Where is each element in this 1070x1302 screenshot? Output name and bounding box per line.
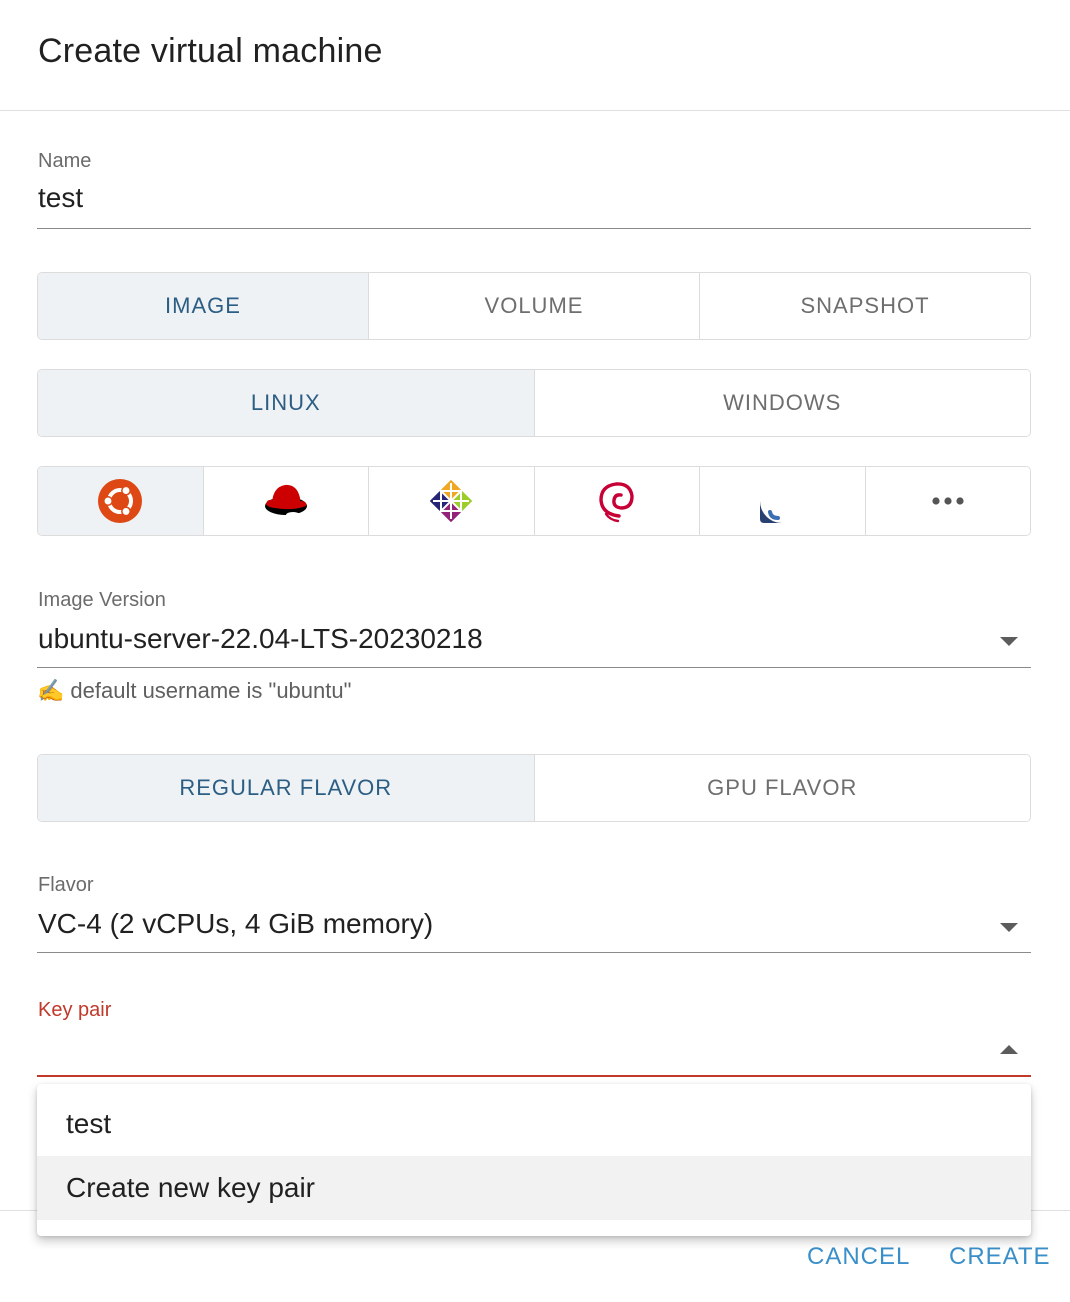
os-type-toggle-group: LINUX WINDOWS [37, 369, 1031, 437]
name-input[interactable]: test [38, 182, 83, 214]
name-label: Name [38, 150, 92, 172]
centos-logo-icon [430, 480, 473, 522]
distro-button-debian[interactable] [534, 467, 700, 535]
flavor-tab-regular[interactable]: REGULAR FLAVOR [38, 755, 535, 821]
key-pair-option-create-new[interactable]: Create new key pair [37, 1156, 1031, 1220]
writing-hand-icon: ✍️ [37, 678, 65, 703]
image-version-hint: ✍️ default username is "ubuntu" [37, 678, 351, 704]
distro-button-more[interactable] [865, 467, 1030, 535]
image-version-select[interactable]: ubuntu-server-22.04-LTS-20230218 [38, 623, 483, 655]
debian-logo-icon [599, 482, 634, 523]
source-tab-image[interactable]: IMAGE [38, 273, 369, 339]
distro-button-redhat[interactable] [203, 467, 369, 535]
key-pair-dropdown-icon[interactable] [1000, 1045, 1018, 1054]
os-tab-windows[interactable]: WINDOWS [534, 370, 1030, 436]
redhat-logo-icon [264, 484, 307, 518]
distro-button-ubuntu[interactable] [38, 467, 204, 535]
image-version-label: Image Version [38, 589, 166, 611]
fedora-logo-icon [760, 479, 805, 523]
flavor-type-toggle-group: REGULAR FLAVOR GPU FLAVOR [37, 754, 1031, 822]
ubuntu-logo-icon [98, 479, 143, 523]
os-tab-linux[interactable]: LINUX [38, 370, 535, 436]
dialog-title: Create virtual machine [38, 32, 383, 70]
source-tab-volume[interactable]: VOLUME [369, 273, 700, 339]
distro-button-centos[interactable] [369, 467, 535, 535]
distro-button-fedora[interactable] [700, 467, 866, 535]
source-toggle-group: IMAGE VOLUME SNAPSHOT [37, 272, 1031, 340]
key-pair-dropdown-menu: test Create new key pair [37, 1084, 1031, 1236]
flavor-select[interactable]: VC-4 (2 vCPUs, 4 GiB memory) [38, 908, 433, 940]
image-version-dropdown-icon[interactable] [1000, 637, 1018, 646]
cancel-button[interactable]: CANCEL [807, 1243, 910, 1271]
key-pair-underline [37, 1075, 1031, 1077]
flavor-tab-gpu[interactable]: GPU FLAVOR [534, 755, 1030, 821]
name-underline [37, 228, 1031, 229]
more-icon [932, 497, 964, 505]
source-tab-snapshot[interactable]: SNAPSHOT [700, 273, 1030, 339]
key-pair-select[interactable] [38, 1034, 988, 1068]
image-version-hint-text: default username is "ubuntu" [70, 678, 352, 703]
os-distro-toggle-group [37, 466, 1031, 536]
flavor-underline [37, 952, 1031, 953]
title-divider [0, 110, 1070, 111]
create-button[interactable]: CREATE [949, 1243, 1051, 1271]
image-version-underline [37, 667, 1031, 668]
flavor-dropdown-icon[interactable] [1000, 923, 1018, 932]
key-pair-label: Key pair [38, 999, 112, 1021]
flavor-label: Flavor [38, 874, 94, 896]
key-pair-option-test[interactable]: test [37, 1092, 1031, 1156]
